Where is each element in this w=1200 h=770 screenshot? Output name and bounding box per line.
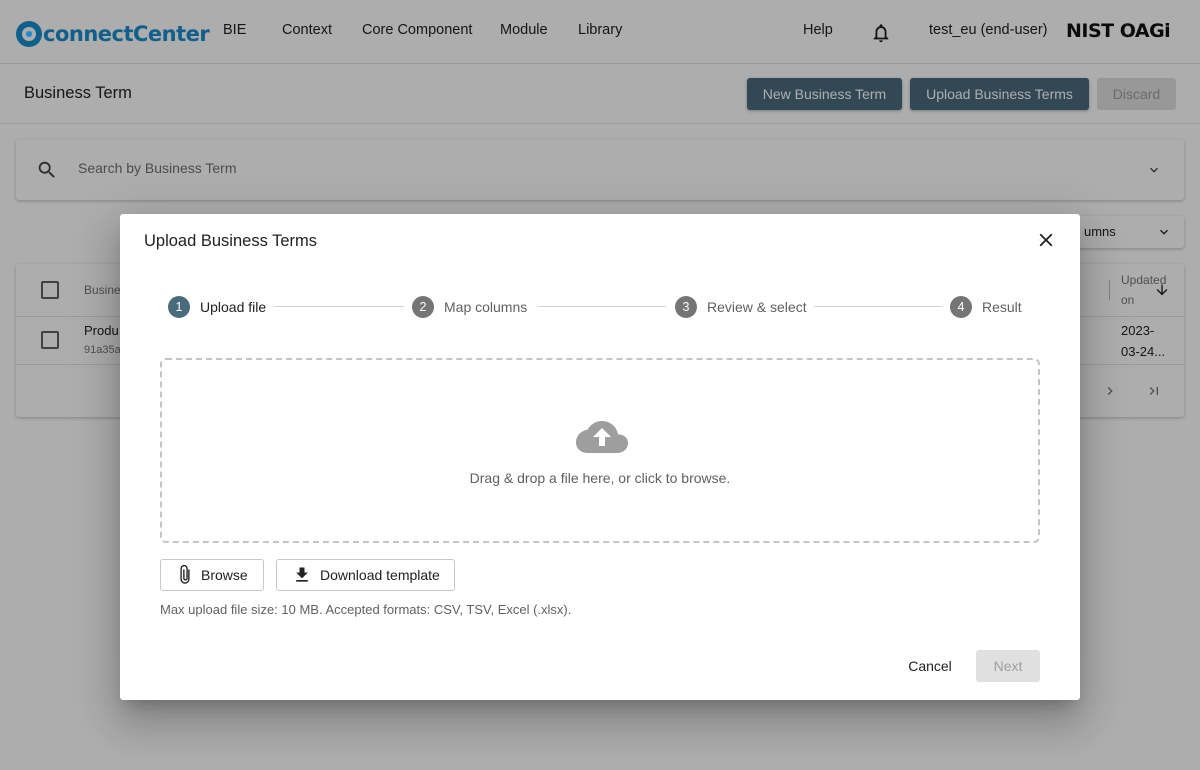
download-template-label: Download template (320, 567, 440, 583)
dropzone-text: Drag & drop a file here, or click to bro… (469, 470, 731, 486)
step-number: 2 (412, 296, 434, 318)
cancel-button[interactable]: Cancel (904, 650, 956, 682)
step-label: Upload file (200, 299, 267, 315)
step-review-select[interactable]: 3 Review & select (675, 295, 807, 319)
download-icon (296, 567, 308, 582)
paperclip-icon (180, 564, 190, 584)
close-icon[interactable] (1035, 229, 1057, 251)
step-label: Review & select (707, 299, 807, 315)
browse-button-label: Browse (201, 567, 248, 583)
step-upload-file[interactable]: 1 Upload file (168, 295, 266, 319)
step-result[interactable]: 4 Result (950, 295, 1022, 319)
step-map-columns[interactable]: 2 Map columns (412, 295, 527, 319)
step-number: 1 (168, 296, 190, 318)
upload-business-terms-dialog: Upload Business Terms 1 Upload file 2 Ma… (120, 214, 1080, 700)
upload-hint-text: Max upload file size: 10 MB. Accepted fo… (160, 602, 572, 617)
cloud-upload-icon (576, 421, 628, 453)
next-button[interactable]: Next (976, 650, 1040, 682)
step-connector (814, 306, 942, 307)
step-label: Result (982, 299, 1022, 315)
dialog-title: Upload Business Terms (144, 232, 318, 250)
step-connector (274, 306, 404, 307)
step-label: Map columns (444, 299, 528, 315)
step-number: 4 (950, 296, 972, 318)
browse-button[interactable]: Browse (160, 559, 264, 591)
step-number: 3 (675, 296, 697, 318)
download-template-button[interactable]: Download template (276, 559, 455, 591)
file-dropzone[interactable]: Drag & drop a file here, or click to bro… (160, 358, 1040, 543)
step-connector (538, 306, 666, 307)
